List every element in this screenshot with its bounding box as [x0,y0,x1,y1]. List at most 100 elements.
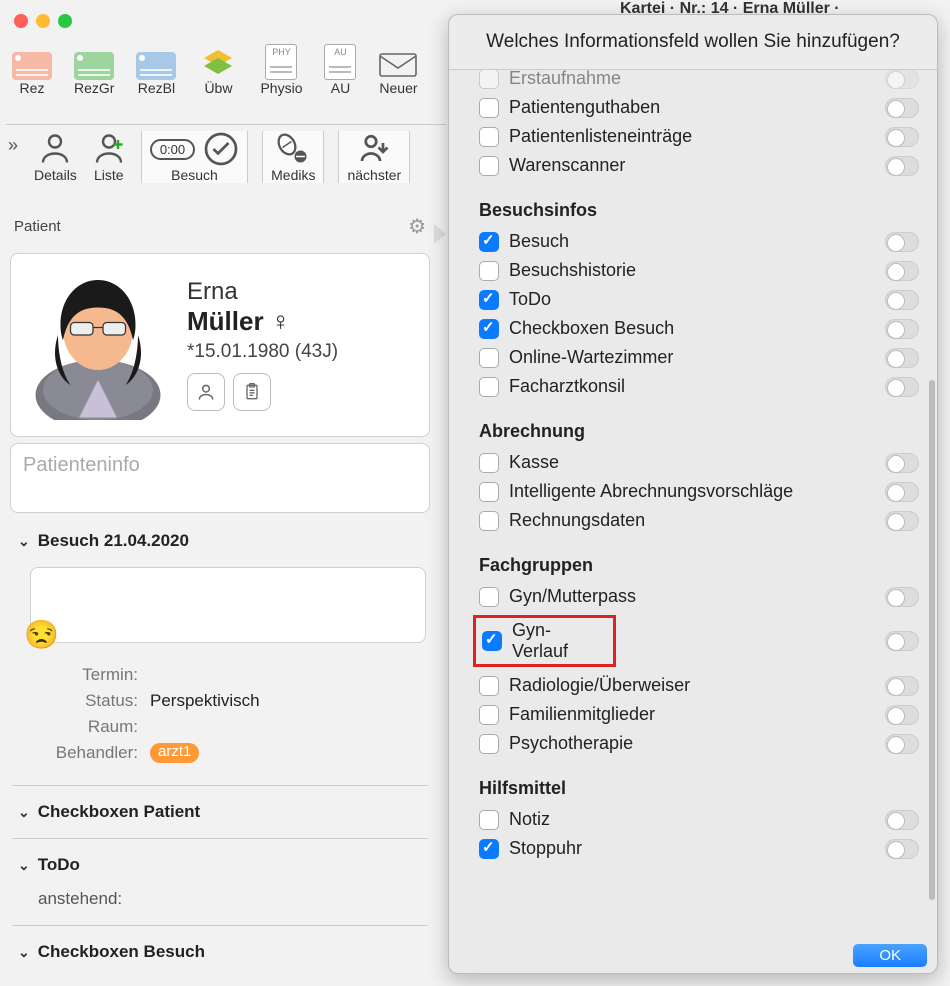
checkbox[interactable] [479,261,499,281]
checkbox[interactable] [479,453,499,473]
checkbox[interactable] [479,511,499,531]
option-label: Warenscanner [509,155,875,176]
clipboard-button[interactable] [233,373,271,411]
toggle[interactable] [885,319,919,339]
toggle[interactable] [885,676,919,696]
visit-section-header[interactable]: ⌄Besuch 21.04.2020 [0,521,440,561]
toggle[interactable] [885,839,919,859]
toolbar-item-label: Physio [260,80,302,96]
option-label: Psychotherapie [509,733,875,754]
mood-emoji-icon[interactable]: 😒 [24,618,59,651]
checkbox[interactable] [479,705,499,725]
todo-header[interactable]: ⌄ ToDo [0,845,440,885]
checkbox[interactable] [479,587,499,607]
ok-button[interactable]: OK [853,944,927,967]
toolbar-übw-button[interactable]: Übw [198,46,238,96]
checkbox[interactable] [479,734,499,754]
toggle[interactable] [885,127,919,147]
checkbox[interactable] [479,319,499,339]
checkbox[interactable] [479,70,499,89]
option-row: Gyn/Mutterpass [479,582,919,611]
dialog-footer: OK [449,938,937,973]
chevron-down-icon: ⌄ [18,857,30,874]
chevron-down-icon: ⌄ [18,944,30,961]
checkbox[interactable] [479,98,499,118]
behandler-badge[interactable]: arzt1 [150,743,199,763]
checkbox[interactable] [479,839,499,859]
toggle[interactable] [885,98,919,118]
toggle[interactable] [885,70,919,89]
zoom-window-button[interactable] [58,14,72,28]
raum-label: Raum: [18,717,138,737]
toggle[interactable] [885,810,919,830]
toolbar-rezbl-button[interactable]: RezBl [136,52,176,96]
patient-info-input[interactable]: Patienteninfo [10,443,430,513]
toggle[interactable] [885,348,919,368]
toolbar-neuer-button[interactable]: Neuer [378,46,418,96]
group-header: Abrechnung [479,421,919,442]
checkbox[interactable] [479,127,499,147]
patient-profile-button[interactable] [187,373,225,411]
toolbar-rezgr-button[interactable]: RezGr [74,52,114,96]
option-row: ToDo [479,285,919,314]
status-label: Status: [18,691,138,711]
checkbox[interactable] [479,348,499,368]
checkboxen-patient-header[interactable]: ⌄Checkboxen Patient [0,792,440,832]
scrollbar-thumb[interactable] [929,380,935,900]
toolbar-au-button[interactable]: AUAU [324,44,356,96]
cb-besuch-label: Checkboxen Besuch [38,942,205,962]
toggle[interactable] [885,511,919,531]
toggle[interactable] [885,261,919,281]
mediks-button[interactable]: Mediks [262,131,324,183]
minimize-window-button[interactable] [36,14,50,28]
checkbox[interactable] [479,676,499,696]
document-icon: PHY [265,44,297,80]
close-window-button[interactable] [14,14,28,28]
checkbox[interactable] [479,377,499,397]
naechster-button[interactable]: nächster [338,131,410,183]
gear-icon[interactable]: ⚙ [408,214,426,239]
secondary-toolbar: » Details Liste 0:00 Besuch Mediks nächs… [6,124,446,183]
liste-button[interactable]: Liste [91,131,127,183]
toggle[interactable] [885,232,919,252]
option-row: Notiz [479,805,919,834]
option-row: Online-Wartezimmer [479,343,919,372]
besuch-button[interactable]: 0:00 Besuch [141,131,248,183]
checkbox[interactable] [479,810,499,830]
option-label: Intelligente Abrechnungsvorschläge [509,481,875,502]
option-row: Psychotherapie [479,729,919,758]
patient-avatar [23,270,173,420]
toggle[interactable] [885,482,919,502]
toggle[interactable] [885,377,919,397]
checkbox[interactable] [482,631,502,651]
toolbar-rez-button[interactable]: Rez [12,52,52,96]
panel-pointer [434,224,446,244]
todo-pending-label: anstehend: [18,889,422,909]
toggle[interactable] [885,734,919,754]
toggle[interactable] [885,156,919,176]
toggle[interactable] [885,631,919,651]
option-label: Radiologie/Überweiser [509,675,875,696]
checkbox[interactable] [479,482,499,502]
toggle[interactable] [885,705,919,725]
patient-dob: *15.01.1980 (43J) [187,341,338,363]
add-info-field-dialog: Welches Informationsfeld wollen Sie hinz… [448,14,938,974]
option-label: Rechnungsdaten [509,510,875,531]
checkbox[interactable] [479,290,499,310]
option-label: Patientenlisteneinträge [509,126,875,147]
toggle[interactable] [885,587,919,607]
checkbox[interactable] [479,232,499,252]
details-button[interactable]: Details [34,131,77,183]
option-label: Kasse [509,452,875,473]
toolbar-item-label: RezBl [138,80,175,96]
form-tag-icon [136,52,176,80]
checkboxen-besuch-header[interactable]: ⌄ Checkboxen Besuch [0,932,440,972]
visit-notes-box[interactable] [30,567,426,643]
toolbar-expand-chevrons[interactable]: » [6,131,20,160]
todo-label: ToDo [38,855,80,875]
toolbar-physio-button[interactable]: PHYPhysio [260,44,302,96]
toggle[interactable] [885,290,919,310]
termin-label: Termin: [18,665,138,685]
checkbox[interactable] [479,156,499,176]
toggle[interactable] [885,453,919,473]
